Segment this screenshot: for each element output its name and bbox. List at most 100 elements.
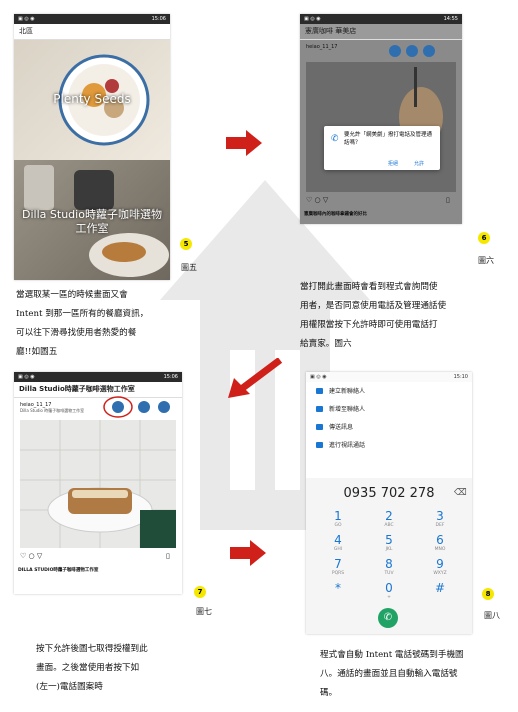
dial-key-digit: 2 <box>385 509 393 523</box>
text-line: 給賣家。圖六 <box>300 339 352 349</box>
backspace-icon[interactable]: ⌫ <box>454 488 467 498</box>
menu-create-contact[interactable]: 建立新聯絡人 <box>316 386 365 395</box>
dial-key-digit: # <box>434 581 446 595</box>
dial-key[interactable]: 7 PQRS <box>318 558 358 577</box>
status-bar: ▣ ◎ ◉ 15:06 <box>14 372 182 382</box>
dial-key[interactable]: 4 GHI <box>318 534 358 553</box>
dial-key-letters: MNO <box>434 547 446 552</box>
post-header: heiao_11_17 Dilla Studio 時蘿子咖啡選物工作室 <box>20 402 100 414</box>
dial-key-digit: 0 <box>385 581 393 595</box>
phone-screenshot-fig8: ▣ ◎ ◉ 15:10 建立新聯絡人 新增至聯絡人 傳送訊息 進行視訊通話 0 9… <box>306 372 472 634</box>
restaurant-card-2[interactable]: Dilla Studio時蘿子咖啡選物工作室 <box>14 160 170 280</box>
deny-button[interactable]: 拒絕 <box>388 160 398 167</box>
add-person-icon <box>316 387 323 394</box>
card-2-title: Dilla Studio時蘿子咖啡選物工作室 <box>22 208 162 235</box>
dial-key[interactable]: 5 JKL <box>369 534 409 553</box>
text-line: 用權限當按下允許時即可使用電話打 <box>300 320 438 330</box>
dial-key[interactable]: 2 ABC <box>369 510 409 529</box>
figure-label-6: 圖六 <box>478 256 494 265</box>
menu-label: 新增至聯絡人 <box>329 406 366 413</box>
dial-key[interactable]: 0 + <box>369 582 409 601</box>
description-fig8: 程式會自動 Intent 電話號碼到手機圖 八。通話的畫面並且自動輸入電話號 碼… <box>320 646 512 703</box>
menu-send-message[interactable]: 傳送訊息 <box>316 422 353 431</box>
post-actions: ♡ ○ ▽ <box>306 196 329 204</box>
app-title: 憲廣咖啡 華美店 <box>300 24 462 40</box>
app-title: 北區 <box>14 24 170 40</box>
status-time: 15:10 <box>453 374 468 380</box>
dial-key-digit: 7 <box>334 557 342 571</box>
dial-key[interactable]: 3 DEF <box>420 510 460 529</box>
dial-key[interactable]: # <box>420 582 460 595</box>
dial-key-letters: JKL <box>385 547 393 552</box>
dial-key[interactable]: 6 MNO <box>420 534 460 553</box>
text-line: 當選取某一區的時候畫面又會 <box>16 290 128 300</box>
video-icon <box>316 441 323 448</box>
phone-icon: ✆ <box>331 134 339 144</box>
figure-badge-6: 6 <box>478 232 490 244</box>
status-icons-left: ▣ ◎ ◉ <box>304 16 321 22</box>
bookmark-icon: ▯ <box>446 196 450 204</box>
dial-key[interactable]: * <box>318 582 358 595</box>
call-button[interactable]: ✆ <box>378 608 398 628</box>
phone-screenshot-fig5: ▣ ◎ ◉ 15:06 北區 Plenty Seeds Dilla Studio… <box>14 14 170 280</box>
text-line: 按下允許後圖七取得授權到此 <box>36 644 148 654</box>
dial-key-letters: TUV <box>384 571 394 576</box>
text-line: 當打開此畫面時會看到程式會詢問使 <box>300 282 438 292</box>
text-line: 廳!!如圖五 <box>16 347 58 357</box>
text-line: 碼。 <box>320 688 338 698</box>
call-button[interactable] <box>112 401 124 413</box>
menu-video-call[interactable]: 進行視訊通話 <box>316 440 365 449</box>
status-bar: ▣ ◎ ◉ 15:10 <box>306 372 472 382</box>
add-person-icon <box>316 405 323 412</box>
menu-add-to-contact[interactable]: 新增至聯絡人 <box>316 404 365 413</box>
dial-key-digit: 6 <box>436 533 444 547</box>
dial-key-letters: WXYZ <box>433 571 447 576</box>
figure-label-7: 圖七 <box>196 607 212 616</box>
status-time: 15:06 <box>163 374 178 380</box>
description-fig6: 當打開此畫面時會看到程式會詢問使 用者，是否同意使用電話及管理通話使 用權限當按… <box>300 278 510 354</box>
permission-dialog: ✆ 要允許「網美劇」撥打電話及管理通話嗎？ 拒絕 允許 <box>324 126 440 170</box>
menu-label: 進行視訊通話 <box>329 442 366 449</box>
arrow-down-left-icon <box>228 358 282 398</box>
post-caption: DILLA STUDIO時蘿子咖啡選物工作室 <box>18 568 99 573</box>
dial-key-digit: 4 <box>334 533 342 547</box>
dial-key[interactable]: 8 TUV <box>369 558 409 577</box>
text-line: 八。通話的畫面並且自動輸入電話號 <box>320 669 458 679</box>
dial-key-digit: * <box>335 581 341 595</box>
dial-key-digit: 3 <box>436 509 444 523</box>
restaurant-card-1[interactable]: Plenty Seeds <box>14 40 170 160</box>
text-line: 用者，是否同意使用電話及管理通話使 <box>300 301 447 311</box>
text-line: 可以往下滑尋找使用者熱愛的餐 <box>16 328 137 338</box>
status-icons-left: ▣ ◎ ◉ <box>18 16 35 22</box>
description-fig7: 按下允許後圖七取得授權到此 畫面。之後當使用者按下如 (左一)電話圖案時 <box>36 640 206 697</box>
text-line: 程式會自動 Intent 電話號碼到手機圖 <box>320 650 464 660</box>
dial-key-letters: GHI <box>333 547 343 552</box>
allow-button[interactable]: 允許 <box>414 160 424 167</box>
figure-badge-5: 5 <box>180 238 192 250</box>
figure-label-8: 圖八 <box>484 611 500 620</box>
dial-key-letters: + <box>387 595 391 600</box>
user-subtitle: Dilla Studio 時蘿子咖啡選物工作室 <box>20 408 85 413</box>
dial-key-letters: DEF <box>435 523 445 528</box>
phone-screenshot-fig6: ▣ ◎ ◉ 14:55 憲廣咖啡 華美店 heiao_11_17 ✆ 要允許「網… <box>300 14 462 224</box>
dial-key[interactable]: 1 GO <box>318 510 358 529</box>
text-line: Intent 到那一區所有的餐廳資訊， <box>16 309 149 319</box>
dial-key-letters: GO <box>334 523 342 528</box>
arrow-right-icon <box>226 130 262 156</box>
text-line: (左一)電話圖案時 <box>36 682 103 692</box>
status-icons-left: ▣ ◎ ◉ <box>18 374 35 380</box>
status-time: 14:55 <box>443 16 458 22</box>
dial-key-letters: ABC <box>384 523 394 528</box>
post-actions: ♡ ○ ▽ <box>20 552 43 560</box>
dialog-message: 要允許「網美劇」撥打電話及管理通話嗎？ <box>344 132 433 146</box>
dial-key[interactable]: 9 WXYZ <box>420 558 460 577</box>
figure-badge-8: 8 <box>482 588 494 600</box>
status-bar: ▣ ◎ ◉ 15:06 <box>14 14 170 24</box>
description-fig5: 當選取某一區的時候畫面又會 Intent 到那一區所有的餐廳資訊， 可以往下滑尋… <box>16 286 186 362</box>
dial-key-letters: PQRS <box>331 571 345 576</box>
post-header: heiao_11_17 <box>306 44 337 50</box>
message-icon <box>316 423 323 430</box>
figure-label-5: 圖五 <box>181 263 197 272</box>
menu-label: 建立新聯絡人 <box>329 388 366 395</box>
dial-key-digit: 8 <box>385 557 393 571</box>
